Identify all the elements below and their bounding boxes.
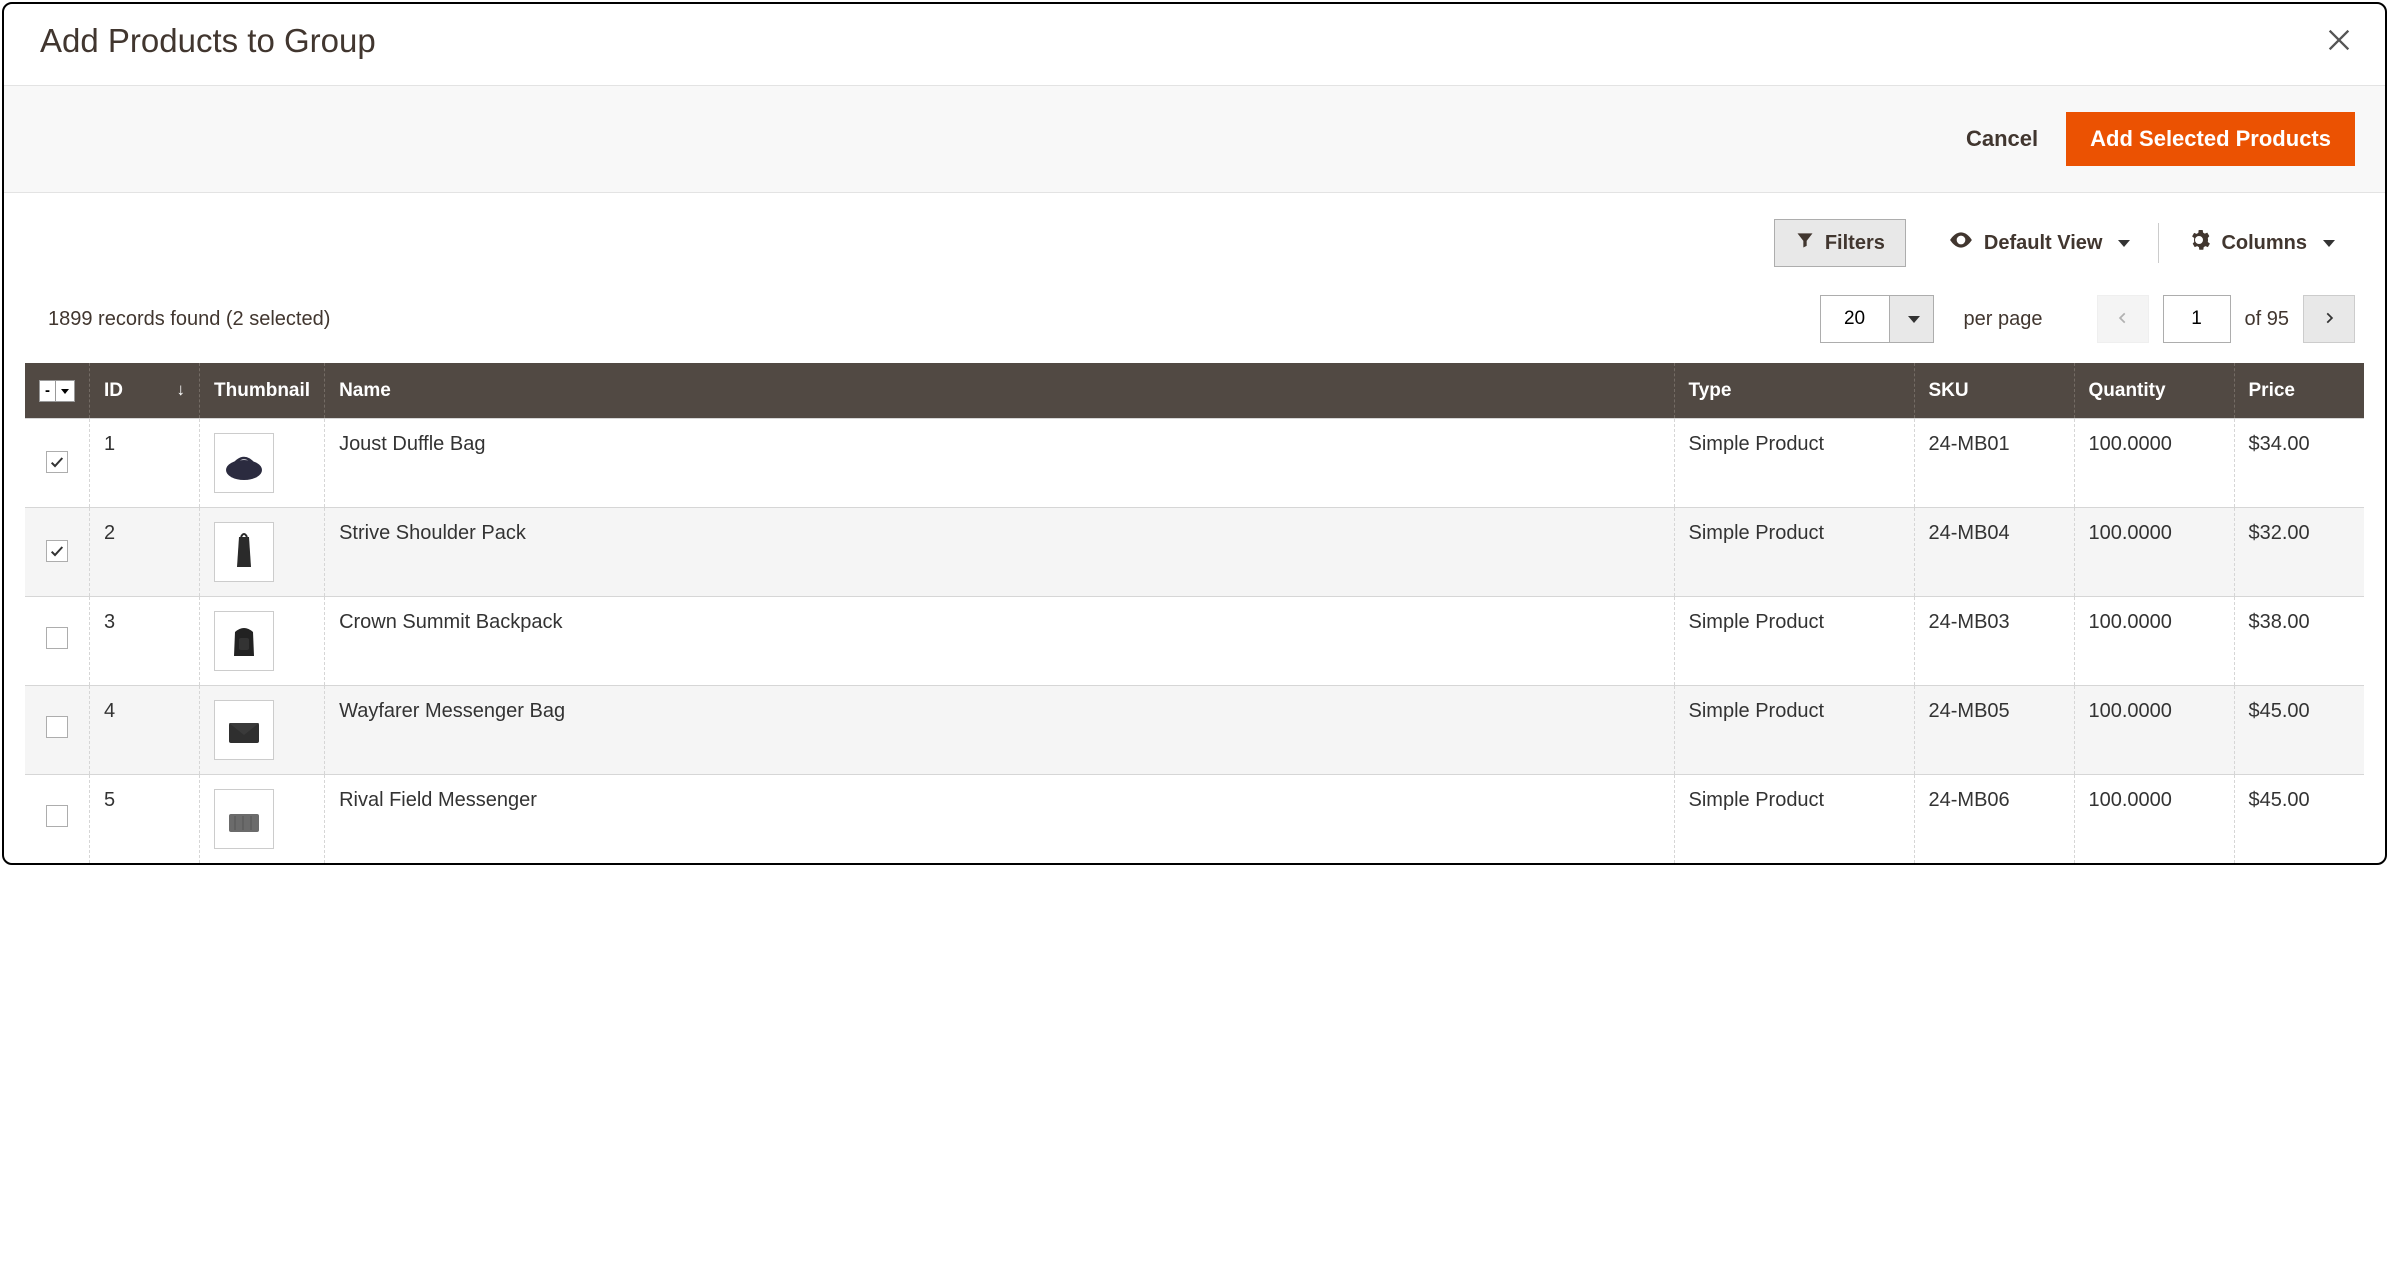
page-of-text: of 95 [2245,308,2290,331]
cell-type: Simple Product [1674,686,1914,775]
row-checkbox[interactable] [46,716,68,738]
row-checkbox[interactable] [46,627,68,649]
thumbnail-image [214,789,274,849]
cell-id: 5 [90,775,200,864]
cell-thumbnail [200,775,325,864]
cell-price: $45.00 [2234,775,2364,864]
select-all-dropdown[interactable]: - [39,380,75,402]
per-page-dropdown[interactable] [1890,295,1934,343]
cell-sku: 24-MB01 [1914,419,2074,508]
add-products-modal: Add Products to Group Cancel Add Selecte… [2,2,2387,865]
cell-name: Rival Field Messenger [325,775,1674,864]
cell-type: Simple Product [1674,419,1914,508]
default-view-button[interactable]: Default View [1928,217,2151,269]
col-header-name[interactable]: Name [325,363,1674,419]
cell-price: $34.00 [2234,419,2364,508]
col-header-price[interactable]: Price [2234,363,2364,419]
col-header-select[interactable]: - [25,363,90,419]
default-view-label: Default View [1984,232,2103,255]
grid-toolbar: Filters Default View Columns [4,193,2385,281]
current-page-input[interactable] [2163,295,2231,343]
sort-desc-icon: ↓ [177,380,186,400]
per-page-label: per page [1964,308,2043,331]
table-row[interactable]: 1 Joust Duffle BagSimple Product24-MB0110… [25,419,2364,508]
cell-name: Wayfarer Messenger Bag [325,686,1674,775]
cell-quantity: 100.0000 [2074,508,2234,597]
cell-id: 4 [90,686,200,775]
cell-type: Simple Product [1674,775,1914,864]
filters-button[interactable]: Filters [1774,219,1906,267]
col-header-id[interactable]: ID ↓ [90,363,200,419]
columns-button[interactable]: Columns [2167,218,2355,268]
cell-thumbnail [200,508,325,597]
columns-label: Columns [2221,232,2307,255]
cell-type: Simple Product [1674,597,1914,686]
thumbnail-image [214,522,274,582]
filters-label: Filters [1825,232,1885,255]
cell-thumbnail [200,419,325,508]
close-button[interactable] [2321,22,2357,61]
thumbnail-image [214,611,274,671]
cell-quantity: 100.0000 [2074,686,2234,775]
table-row[interactable]: 2 Strive Shoulder PackSimple Product24-MB… [25,508,2364,597]
row-checkbox[interactable] [46,451,68,473]
thumbnail-image [214,700,274,760]
cell-sku: 24-MB03 [1914,597,2074,686]
cell-name: Strive Shoulder Pack [325,508,1674,597]
cell-name: Crown Summit Backpack [325,597,1674,686]
action-bar: Cancel Add Selected Products [4,85,2385,193]
cell-sku: 24-MB04 [1914,508,2074,597]
modal-header: Add Products to Group [4,4,2385,85]
cell-id: 2 [90,508,200,597]
pagination: per page of 95 [1820,295,2355,343]
gear-icon [2187,228,2211,258]
cancel-button[interactable]: Cancel [1966,126,2038,152]
cell-sku: 24-MB06 [1914,775,2074,864]
table-row[interactable]: 4 Wayfarer Messenger BagSimple Product24-… [25,686,2364,775]
col-header-thumbnail[interactable]: Thumbnail [200,363,325,419]
filter-icon [1795,230,1815,256]
cell-id: 3 [90,597,200,686]
cell-type: Simple Product [1674,508,1914,597]
cell-price: $45.00 [2234,686,2364,775]
row-checkbox[interactable] [46,540,68,562]
col-header-type[interactable]: Type [1674,363,1914,419]
toolbar-divider [2158,223,2159,263]
records-bar: 1899 records found (2 selected) per page… [4,281,2385,363]
records-found-text: 1899 records found (2 selected) [48,308,330,331]
col-header-sku[interactable]: SKU [1914,363,2074,419]
cell-price: $38.00 [2234,597,2364,686]
col-header-quantity[interactable]: Quantity [2074,363,2234,419]
eye-icon [1948,227,1974,259]
cell-quantity: 100.0000 [2074,597,2234,686]
cell-id: 1 [90,419,200,508]
chevron-down-icon [2323,240,2335,247]
cell-thumbnail [200,597,325,686]
cell-name: Joust Duffle Bag [325,419,1674,508]
products-grid: - ID ↓ Thumbnail Name Type SKU Quantity … [25,363,2364,863]
cell-price: $32.00 [2234,508,2364,597]
next-page-button[interactable] [2303,295,2355,343]
grid-header-row: - ID ↓ Thumbnail Name Type SKU Quantity … [25,363,2364,419]
chevron-down-icon [2118,240,2130,247]
add-selected-products-button[interactable]: Add Selected Products [2066,112,2355,166]
chevron-right-icon [2322,309,2336,330]
modal-title: Add Products to Group [40,22,376,60]
chevron-left-icon [2116,309,2130,330]
cell-thumbnail [200,686,325,775]
cell-sku: 24-MB05 [1914,686,2074,775]
thumbnail-image [214,433,274,493]
table-row[interactable]: 5 Rival Field MessengerSimple Product24-M… [25,775,2364,864]
per-page-selector [1820,295,1934,343]
per-page-input[interactable] [1820,295,1890,343]
close-icon [2325,42,2353,57]
table-row[interactable]: 3 Crown Summit BackpackSimple Product24-M… [25,597,2364,686]
chevron-down-icon [1908,316,1920,323]
cell-quantity: 100.0000 [2074,775,2234,864]
row-checkbox[interactable] [46,805,68,827]
prev-page-button[interactable] [2097,295,2149,343]
cell-quantity: 100.0000 [2074,419,2234,508]
